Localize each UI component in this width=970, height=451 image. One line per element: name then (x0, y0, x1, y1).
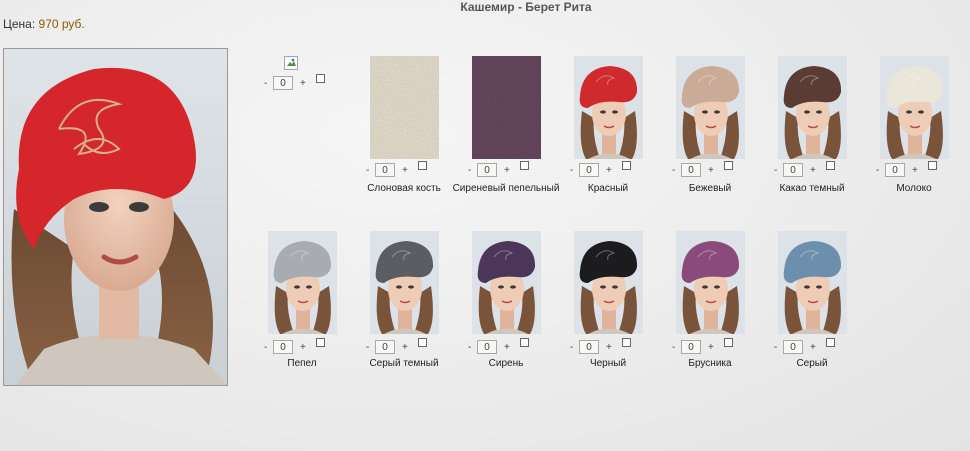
quantity-control: - + (566, 161, 656, 179)
color-name-label: Серый (796, 358, 828, 369)
increment-button[interactable]: + (606, 165, 612, 176)
decrement-button[interactable]: - (264, 342, 267, 353)
decrement-button[interactable]: - (264, 78, 267, 89)
quantity-input[interactable] (273, 76, 293, 90)
quantity-control: - + (770, 161, 860, 179)
price-label: Цена: (3, 17, 36, 31)
hat-model-thumbnail[interactable] (676, 56, 745, 159)
quantity-control: - + (362, 338, 452, 356)
decrement-button[interactable]: - (774, 165, 777, 176)
hat-model-thumbnail[interactable] (370, 231, 439, 334)
quantity-input[interactable] (783, 340, 803, 354)
increment-button[interactable]: + (708, 165, 714, 176)
quantity-control: - + (668, 161, 758, 179)
quantity-input[interactable] (477, 163, 497, 177)
hat-model-thumbnail[interactable] (778, 56, 847, 159)
decrement-button[interactable]: - (774, 342, 777, 353)
fabric-swatch-thumbnail[interactable] (472, 56, 541, 159)
price-value: 970 руб. (38, 17, 85, 31)
decrement-button[interactable]: - (672, 165, 675, 176)
increment-button[interactable]: + (402, 342, 408, 353)
hat-model-thumbnail[interactable] (574, 56, 643, 159)
select-checkbox[interactable] (724, 161, 733, 170)
increment-button[interactable]: + (300, 78, 306, 89)
quantity-control: - + (770, 338, 860, 356)
select-checkbox[interactable] (622, 338, 631, 347)
select-checkbox[interactable] (316, 74, 325, 83)
quantity-control: - + (668, 338, 758, 356)
hat-model-thumbnail[interactable] (676, 231, 745, 334)
quantity-control: - + (464, 161, 554, 179)
color-name-label: Молоко (896, 183, 932, 194)
quantity-input[interactable] (273, 340, 293, 354)
select-checkbox[interactable] (724, 338, 733, 347)
hat-model-thumbnail[interactable] (778, 231, 847, 334)
quantity-input[interactable] (681, 340, 701, 354)
decrement-button[interactable]: - (570, 342, 573, 353)
increment-button[interactable]: + (810, 165, 816, 176)
quantity-control: - + (566, 338, 656, 356)
quantity-input[interactable] (477, 340, 497, 354)
select-checkbox[interactable] (622, 161, 631, 170)
increment-button[interactable]: + (606, 342, 612, 353)
quantity-control: - + (362, 161, 452, 179)
page-title: Кашемир - Берет Рита (460, 0, 592, 14)
increment-button[interactable]: + (504, 342, 510, 353)
price-line: Цена: 970 руб. (3, 17, 85, 31)
increment-button[interactable]: + (708, 342, 714, 353)
hat-model-thumbnail[interactable] (574, 231, 643, 334)
quantity-input[interactable] (885, 163, 905, 177)
quantity-input[interactable] (579, 163, 599, 177)
select-checkbox[interactable] (826, 161, 835, 170)
main-product-photo[interactable] (3, 48, 228, 386)
broken-image-icon[interactable] (284, 56, 298, 70)
quantity-control: - + (872, 161, 962, 179)
quantity-control: - + (464, 338, 554, 356)
quantity-input[interactable] (681, 163, 701, 177)
quantity-input[interactable] (579, 340, 599, 354)
fabric-swatch-thumbnail[interactable] (370, 56, 439, 159)
increment-button[interactable]: + (810, 342, 816, 353)
quantity-input[interactable] (783, 163, 803, 177)
select-checkbox[interactable] (316, 338, 325, 347)
hat-model-thumbnail[interactable] (880, 56, 949, 159)
quantity-control: - + (260, 338, 350, 356)
select-checkbox[interactable] (418, 161, 427, 170)
increment-button[interactable]: + (300, 342, 306, 353)
select-checkbox[interactable] (520, 338, 529, 347)
quantity-input[interactable] (375, 340, 395, 354)
quantity-control: - + (260, 74, 350, 92)
increment-button[interactable]: + (912, 165, 918, 176)
decrement-button[interactable]: - (672, 342, 675, 353)
decrement-button[interactable]: - (366, 165, 369, 176)
quantity-input[interactable] (375, 163, 395, 177)
hat-model-thumbnail[interactable] (268, 231, 337, 334)
select-checkbox[interactable] (826, 338, 835, 347)
decrement-button[interactable]: - (570, 165, 573, 176)
model-photo-illustration (11, 67, 227, 385)
hat-model-thumbnail[interactable] (472, 231, 541, 334)
decrement-button[interactable]: - (876, 165, 879, 176)
decrement-button[interactable]: - (366, 342, 369, 353)
select-checkbox[interactable] (520, 161, 529, 170)
decrement-button[interactable]: - (468, 342, 471, 353)
select-checkbox[interactable] (928, 161, 937, 170)
increment-button[interactable]: + (504, 165, 510, 176)
decrement-button[interactable]: - (468, 165, 471, 176)
increment-button[interactable]: + (402, 165, 408, 176)
select-checkbox[interactable] (418, 338, 427, 347)
